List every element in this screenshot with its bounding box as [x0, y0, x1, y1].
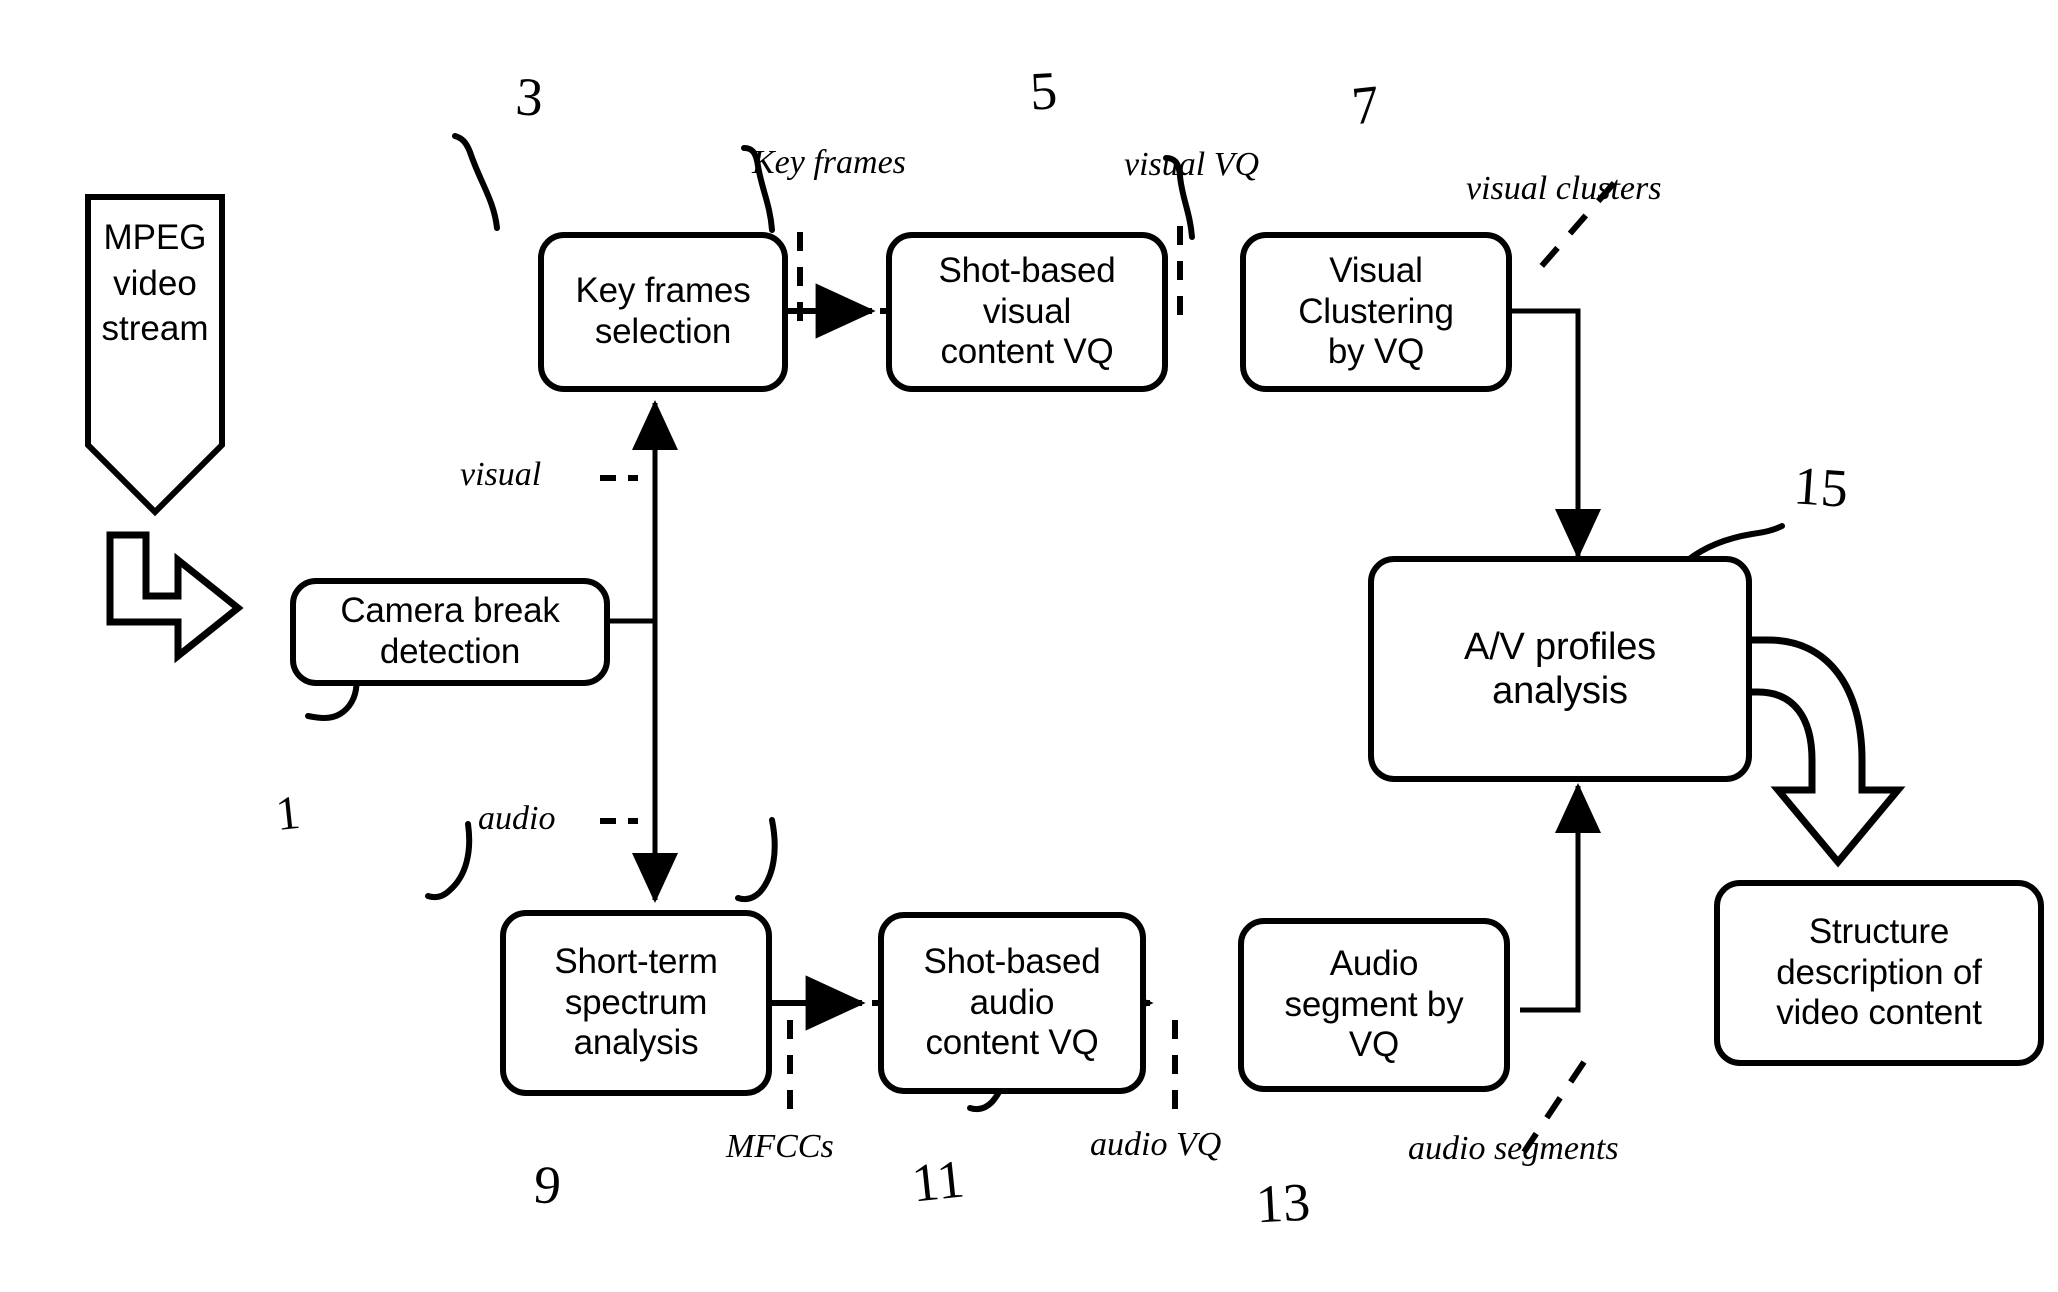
mpeg-input-label: MPEG video stream	[101, 218, 209, 348]
box-key-frames-selection-label: Key frames selection	[575, 271, 751, 351]
box-shot-based-audio-content-vq-label: Shot-based audio content VQ	[923, 942, 1101, 1063]
signal-label-audio-vq: audio VQ	[1090, 1126, 1222, 1163]
box-visual-clustering-by-vq-label: Visual Clustering by VQ	[1298, 251, 1454, 372]
input-elbow-arrow-outline	[106, 531, 244, 664]
box-av-profiles-analysis[interactable]: A/V profiles analysis	[1368, 556, 1752, 782]
audioseg-to-avprofiles	[1520, 782, 1601, 1013]
leader-ref-11	[735, 817, 778, 903]
box-camera-break-detection-label: Camera break detection	[340, 591, 560, 671]
signal-label-mfccs: MFCCs	[726, 1128, 834, 1165]
signal-label-audio: audio	[478, 800, 556, 837]
reference-numeral-13: 13	[1254, 1171, 1312, 1235]
signal-label-key-frames: Key frames	[752, 144, 906, 181]
box-shot-based-visual-content-vq-label: Shot-based visual content VQ	[938, 251, 1116, 372]
patent-figure-canvas: MPEG video stream Camera break detection…	[0, 0, 2058, 1292]
box-shot-based-audio-content-vq[interactable]: Shot-based audio content VQ	[878, 912, 1146, 1094]
leader-ref-3	[452, 133, 500, 231]
signal-label-visual-clusters: visual clusters	[1466, 170, 1662, 207]
cluster-to-avprofiles	[1510, 308, 1601, 560]
signal-label-audio-segments: audio segments	[1408, 1130, 1619, 1167]
box-audio-segment-by-vq[interactable]: Audio segment by VQ	[1238, 918, 1510, 1092]
box-structure-description-of-video-content[interactable]: Structure description of video content	[1714, 880, 2044, 1066]
box-structure-description-label: Structure description of video content	[1776, 912, 1982, 1033]
box-audio-segment-by-vq-label: Audio segment by VQ	[1284, 944, 1464, 1065]
box-shot-based-visual-content-vq[interactable]: Shot-based visual content VQ	[886, 232, 1168, 392]
leader-ref-15	[1685, 523, 1785, 563]
box-short-term-spectrum-analysis-label: Short-term spectrum analysis	[554, 942, 718, 1063]
reference-numeral-3: 3	[513, 66, 546, 128]
reference-numeral-1: 1	[273, 785, 303, 842]
box-camera-break-detection[interactable]: Camera break detection	[290, 578, 610, 686]
signal-label-visual: visual	[460, 456, 542, 493]
reference-numeral-15: 15	[1791, 455, 1851, 519]
reference-numeral-9: 9	[531, 1154, 564, 1216]
signal-label-visual-vq: visual VQ	[1124, 146, 1260, 183]
box-key-frames-selection[interactable]: Key frames selection	[538, 232, 788, 392]
box-visual-clustering-by-vq[interactable]: Visual Clustering by VQ	[1240, 232, 1512, 392]
reference-numeral-5: 5	[1028, 60, 1059, 122]
reference-numeral-7: 7	[1348, 73, 1383, 137]
reference-numeral-11: 11	[909, 1148, 967, 1214]
box-short-term-spectrum-analysis[interactable]: Short-term spectrum analysis	[500, 910, 772, 1096]
leader-ref-9	[425, 821, 473, 901]
box-av-profiles-analysis-label: A/V profiles analysis	[1464, 625, 1656, 712]
